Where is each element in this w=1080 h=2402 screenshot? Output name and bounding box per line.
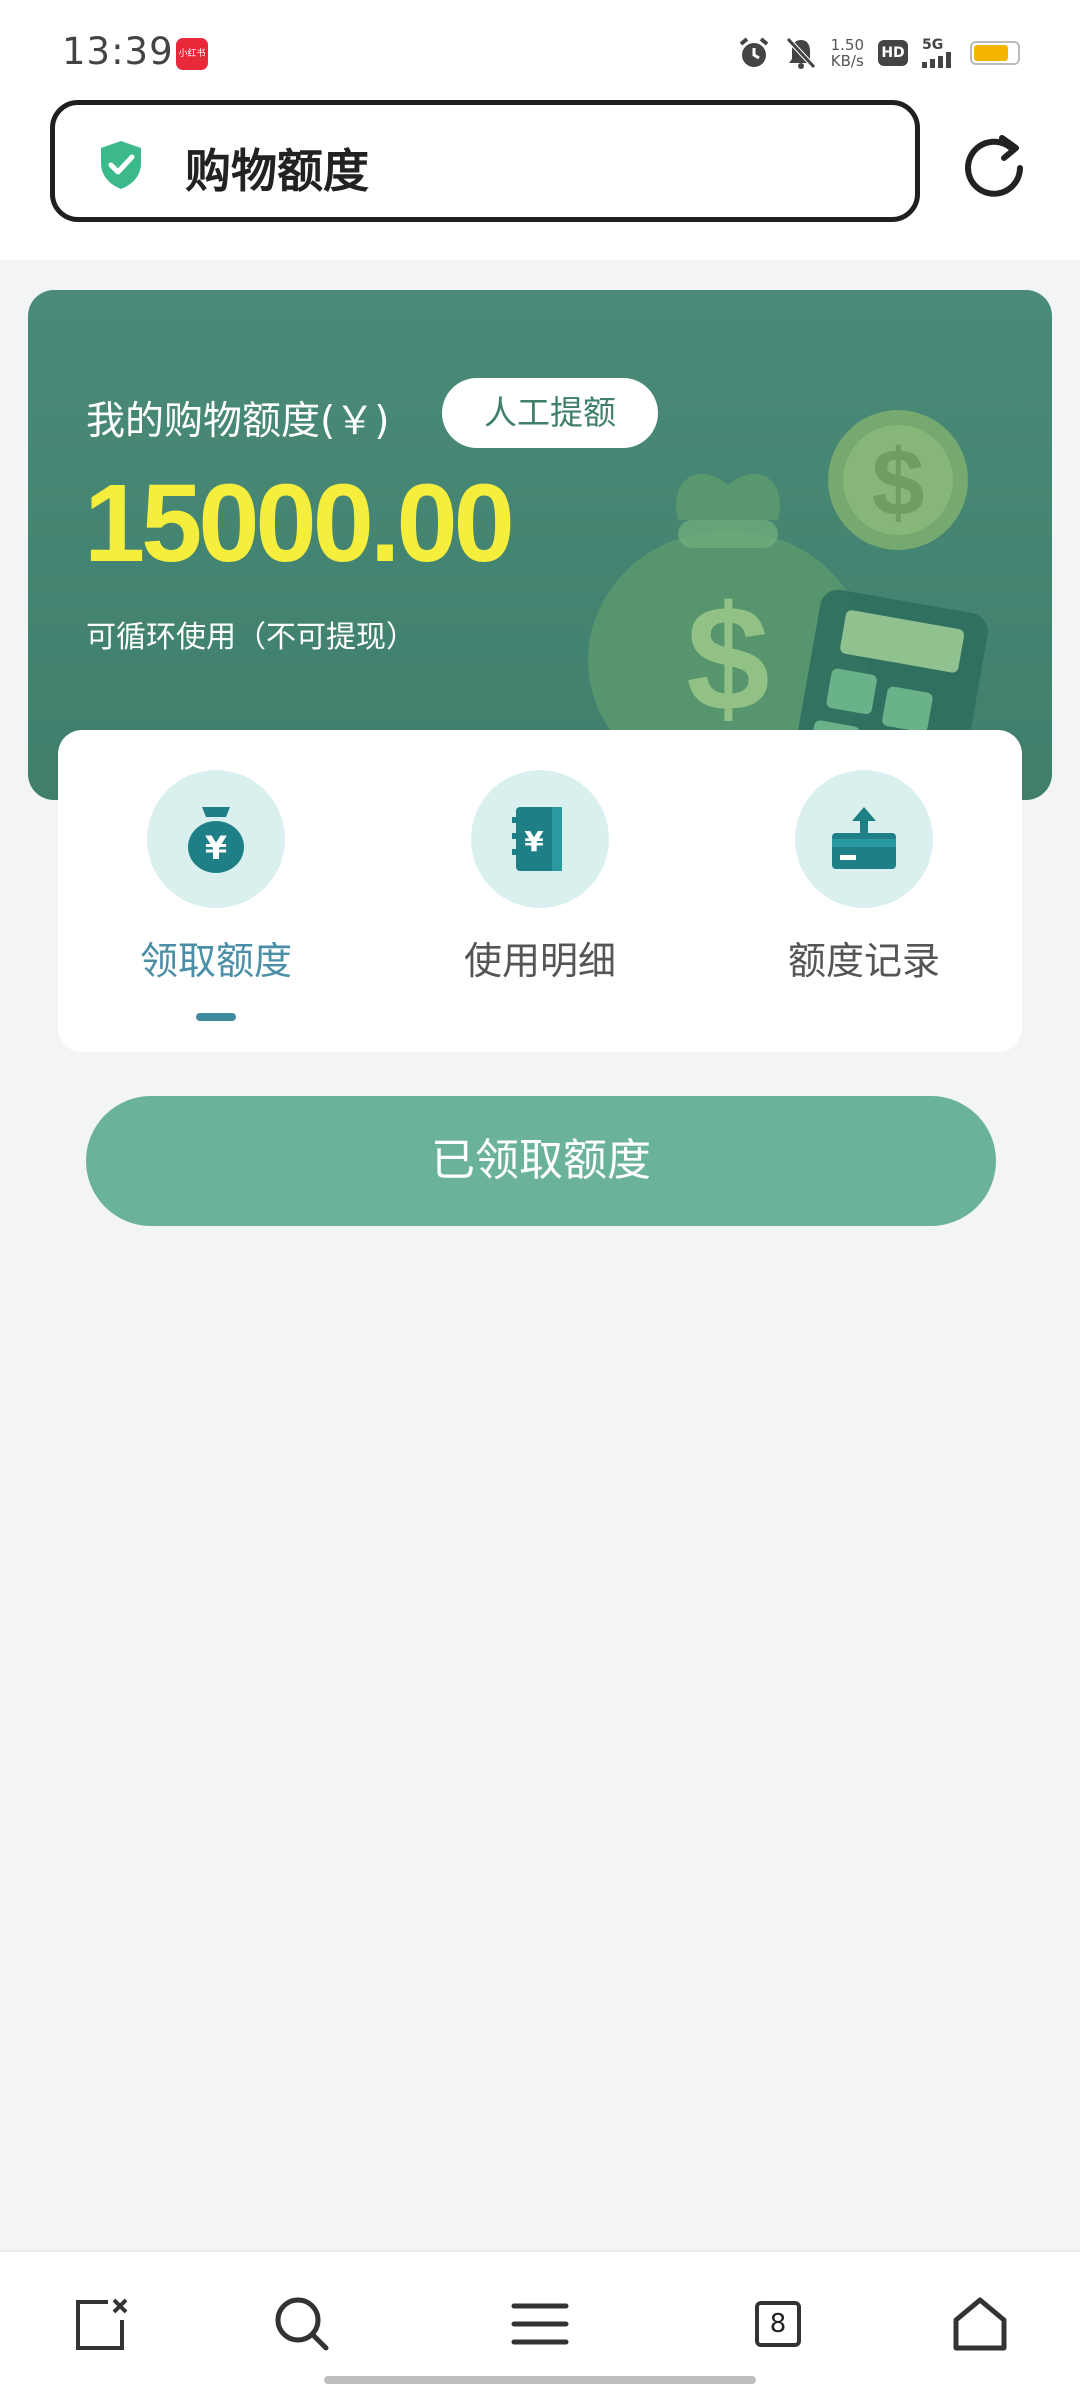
svg-text:¥: ¥ [524, 825, 544, 858]
menu-icon[interactable] [510, 2294, 570, 2354]
tab-label: 使用明细 [463, 939, 616, 983]
net-speed-unit: KB/s [830, 52, 864, 70]
tab-icon-circle [795, 770, 933, 908]
battery-icon [970, 41, 1020, 65]
status-icons: 1.50 KB/s HD 5G [737, 30, 1020, 76]
active-tab-indicator [196, 1013, 236, 1021]
mute-bell-icon [785, 37, 816, 69]
tab-icon-circle: ¥ [471, 770, 609, 908]
svg-text:¥: ¥ [205, 829, 227, 867]
svg-text:$: $ [686, 574, 769, 742]
quota-note: 可循环使用（不可提现） [86, 620, 416, 655]
network-type: 5G [922, 37, 944, 53]
tab-quota-records[interactable]: 额度记录 [744, 770, 984, 985]
claimed-quota-button[interactable]: 已领取额度 [86, 1096, 996, 1226]
tab-count: 8 [755, 2301, 801, 2347]
svg-text:$: $ [872, 430, 925, 536]
search-icon[interactable] [272, 2294, 332, 2354]
ledger-icon: ¥ [512, 807, 562, 871]
tab-icon-circle: ¥ [147, 770, 285, 908]
home-indicator [324, 2376, 756, 2384]
manual-increase-button[interactable]: 人工提额 [442, 378, 658, 448]
net-speed-value: 1.50 [830, 36, 864, 54]
quota-amount: 15000.00 [84, 462, 515, 585]
tabs-icon[interactable]: 8 [748, 2294, 808, 2354]
hd-icon: HD [878, 40, 908, 66]
browser-toolbar: 购物额度 [0, 100, 1080, 260]
quota-label: 我的购物额度(￥) [86, 399, 390, 444]
bottom-nav: 8 [0, 2250, 1080, 2402]
tab-label: 领取额度 [139, 939, 292, 983]
status-bar: 13:39 小红书 1.50 KB/s HD 5G [0, 0, 1080, 100]
quota-tabs: ¥ 领取额度 ¥ 使用明细 额度记录 [58, 730, 1022, 1052]
page-title: 购物额度 [185, 144, 369, 198]
signal-5g-icon: 5G [922, 38, 956, 68]
reload-icon[interactable] [960, 128, 1030, 198]
signal-bars-icon [922, 52, 951, 68]
status-time: 13:39 [62, 30, 174, 73]
alarm-icon [739, 37, 768, 67]
quota-card: $ $ 我的购物额度(￥) 人工提额 15000.00 可循环使用（不可提现） [28, 290, 1052, 800]
shield-check-icon [101, 141, 141, 189]
tab-usage-details[interactable]: ¥ 使用明细 [420, 770, 660, 985]
close-tab-icon[interactable] [72, 2294, 132, 2354]
tab-label: 额度记录 [787, 939, 940, 983]
address-bar[interactable]: 购物额度 [50, 100, 920, 222]
money-bag-icon: ¥ [188, 807, 244, 873]
app-notification-icon: 小红书 [176, 38, 208, 70]
tab-claim-quota[interactable]: ¥ 领取额度 [96, 770, 336, 1021]
card-upload-icon [832, 807, 896, 869]
home-icon[interactable] [950, 2294, 1010, 2354]
net-speed: 1.50 KB/s [831, 37, 864, 69]
